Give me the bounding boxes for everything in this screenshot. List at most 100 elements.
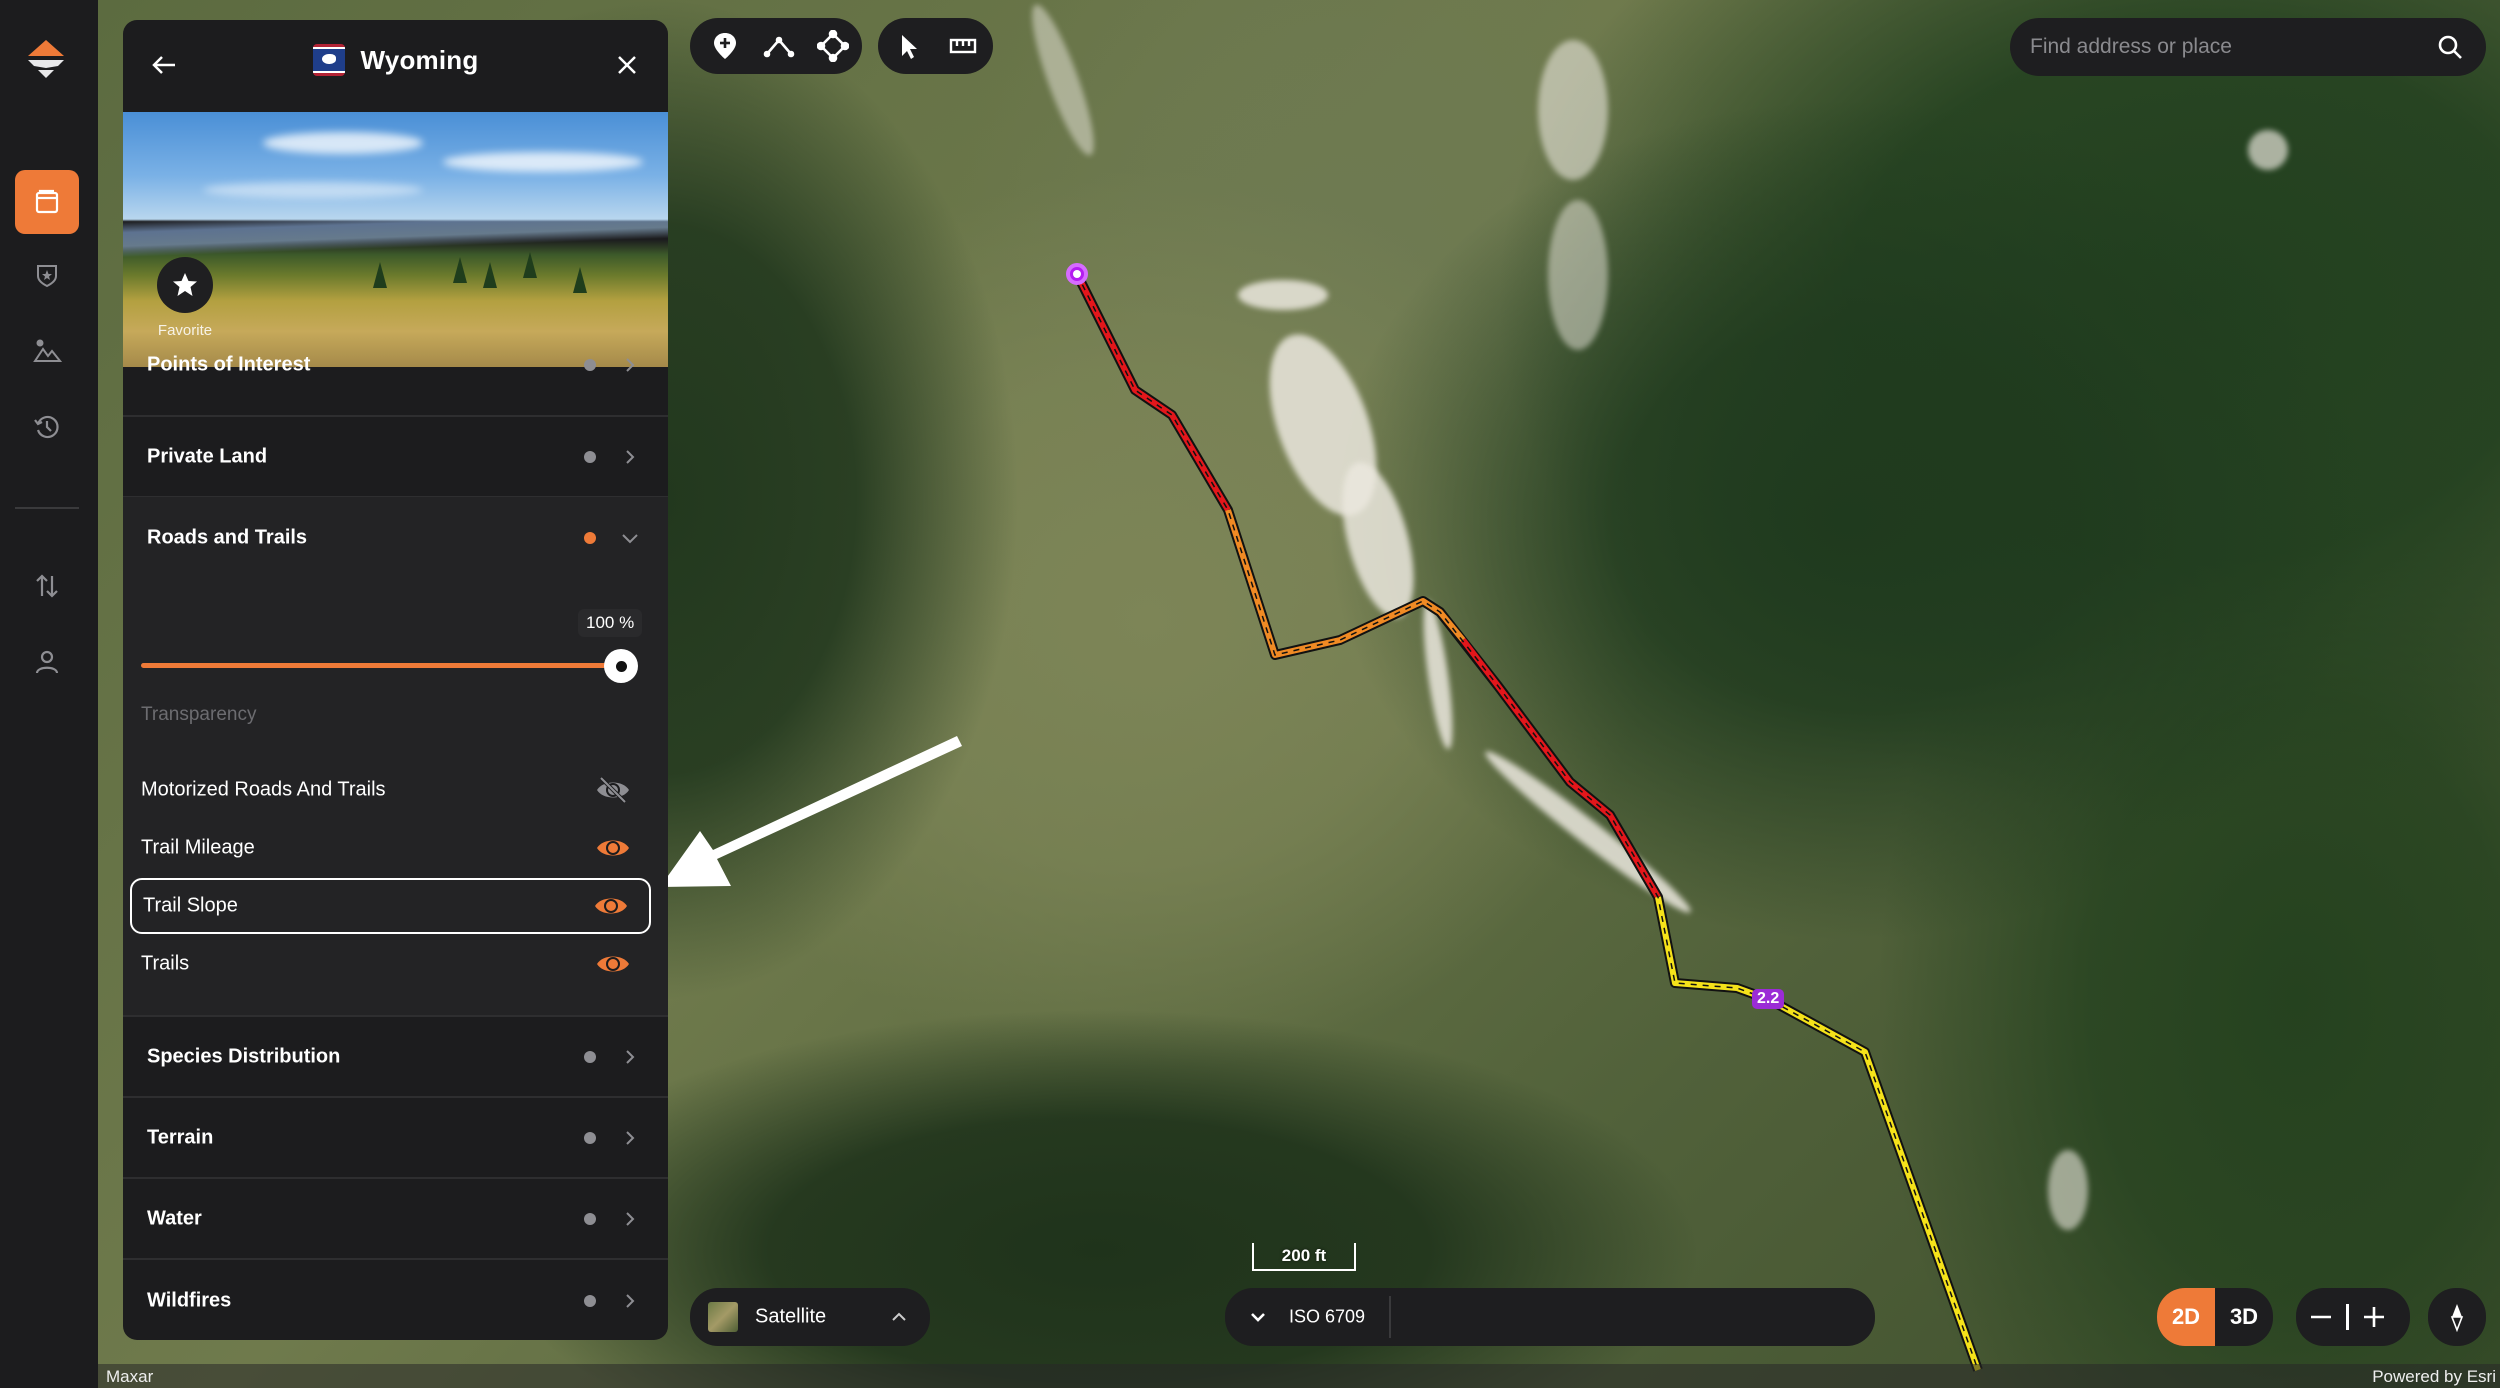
add-waypoint-icon <box>714 33 736 59</box>
favorite-button[interactable] <box>157 257 213 313</box>
snow-patch <box>2048 1150 2088 1230</box>
back-arrow-icon[interactable] <box>149 50 179 80</box>
eye-off-icon[interactable] <box>595 776 631 804</box>
tree <box>373 262 387 288</box>
view-mode-toggle: 2D 3D <box>2157 1288 2273 1346</box>
layer-status-dot <box>584 359 596 371</box>
zoom-out-button[interactable] <box>2296 1288 2346 1346</box>
sublayer-row-trail-mileage[interactable]: Trail Mileage <box>130 820 651 876</box>
rail-saved-areas-button[interactable] <box>15 243 79 307</box>
panel-title: Wyoming <box>360 44 479 75</box>
add-waypoint-button[interactable] <box>698 19 752 73</box>
draw-line-button[interactable] <box>752 19 806 73</box>
shield-star-icon <box>37 265 57 288</box>
view-3d-button[interactable]: 3D <box>2215 1288 2273 1346</box>
rail-sync-button[interactable] <box>15 554 79 618</box>
chevron-up-icon <box>892 1312 906 1321</box>
chevron-right-icon <box>626 1293 635 1308</box>
layer-status-dot <box>584 450 596 463</box>
map-attribution-bar: Maxar Powered by Esri <box>98 1364 2500 1388</box>
view-2d-button[interactable]: 2D <box>2157 1288 2215 1346</box>
slider-thumb[interactable] <box>604 649 638 683</box>
state-hero-image: Favorite <box>123 112 668 367</box>
chevron-right-icon <box>626 358 635 372</box>
tree <box>453 257 467 283</box>
sort-arrows-icon <box>36 574 58 598</box>
eye-icon[interactable] <box>595 834 631 862</box>
layer-label: Roads and Trails <box>147 526 308 549</box>
rail-account-button[interactable] <box>15 630 79 694</box>
layer-status-dot <box>584 1212 596 1225</box>
snow-patch <box>2248 130 2288 170</box>
eye-icon[interactable] <box>595 950 631 978</box>
layer-status-dot <box>584 1050 596 1063</box>
chevron-right-icon <box>626 1211 635 1226</box>
rail-map-layers-button[interactable] <box>15 170 79 234</box>
basemap-selector[interactable]: Satellite <box>690 1288 930 1346</box>
rail-history-button[interactable] <box>15 395 79 459</box>
select-tools-toolbar <box>878 18 993 74</box>
attribution-imagery: Maxar <box>106 1367 154 1386</box>
select-pointer-icon <box>902 35 917 59</box>
layer-row-wildfires[interactable]: Wildfires <box>123 1260 668 1340</box>
sublayer-label: Trail Mileage <box>141 836 255 859</box>
user-icon <box>35 650 59 674</box>
snow-patch <box>1538 40 1608 180</box>
sublayer-label: Motorized Roads And Trails <box>141 778 386 801</box>
search-icon[interactable] <box>2436 33 2464 61</box>
cloud <box>443 152 643 172</box>
close-icon[interactable] <box>612 50 642 80</box>
basemap-label: Satellite <box>755 1305 827 1328</box>
layer-row-points-of-interest[interactable]: Points of Interest <box>123 337 668 417</box>
measure-ruler-icon <box>949 38 977 54</box>
snow-patch <box>1417 599 1459 751</box>
layer-row-water[interactable]: Water <box>123 1179 668 1260</box>
snow-patch <box>1328 454 1428 626</box>
cloud <box>203 182 423 198</box>
layer-label: Wildfires <box>147 1289 232 1311</box>
basemap-thumbnail <box>708 1302 738 1332</box>
layer-label: Points of Interest <box>147 353 311 376</box>
rail-photos-button[interactable] <box>15 319 79 383</box>
star-icon <box>173 273 197 296</box>
snow-patch <box>1478 742 1698 922</box>
layer-row-species-distribution[interactable]: Species Distribution <box>123 1017 668 1098</box>
draw-shape-button[interactable] <box>806 19 860 73</box>
layer-row-roads-and-trails[interactable]: Roads and Trails <box>123 497 668 579</box>
snow-patch <box>1021 0 1105 161</box>
layer-label: Species Distribution <box>147 1045 341 1067</box>
layer-row-private-land[interactable]: Private Land <box>123 417 668 498</box>
sublayer-label: Trail Slope <box>143 894 238 917</box>
eye-icon[interactable] <box>593 892 629 920</box>
chevron-right-icon <box>626 449 635 464</box>
coordinate-readout-bar: ISO 6709 <box>1225 1288 1875 1346</box>
layer-row-terrain[interactable]: Terrain <box>123 1098 668 1179</box>
left-rail <box>0 0 98 1388</box>
chevron-down-icon[interactable] <box>1247 1306 1269 1328</box>
layers-book-icon <box>35 189 59 214</box>
select-button[interactable] <box>882 19 936 73</box>
transparency-value: 100 % <box>578 609 643 637</box>
transparency-slider[interactable] <box>139 647 649 687</box>
draw-shape-icon <box>817 30 849 62</box>
coordinate-format-label[interactable]: ISO 6709 <box>1289 1307 1365 1328</box>
onx-logo-icon[interactable] <box>24 38 68 82</box>
slider-track[interactable] <box>141 663 621 668</box>
measure-button[interactable] <box>936 19 990 73</box>
search-input[interactable] <box>2030 18 2410 76</box>
compass-button[interactable] <box>2428 1288 2486 1346</box>
sublayer-row-trails[interactable]: Trails <box>130 936 651 992</box>
layer-label: Terrain <box>147 1126 214 1148</box>
rail-divider <box>15 507 79 509</box>
trail-mile-marker[interactable]: 2.2 <box>1752 989 1785 1009</box>
snow-patch <box>1238 280 1328 310</box>
zoom-in-button[interactable] <box>2349 1288 2399 1346</box>
minus-icon <box>2311 1315 2331 1319</box>
history-icon <box>34 415 59 439</box>
attribution-esri[interactable]: Powered by Esri <box>2372 1367 2496 1387</box>
sublayer-row-motorized-roads[interactable]: Motorized Roads And Trails <box>130 762 651 818</box>
panel-title-group: Wyoming <box>312 44 479 76</box>
mountain-image-icon <box>33 339 62 362</box>
tree <box>523 252 537 278</box>
sublayer-row-trail-slope[interactable]: Trail Slope <box>130 878 651 934</box>
